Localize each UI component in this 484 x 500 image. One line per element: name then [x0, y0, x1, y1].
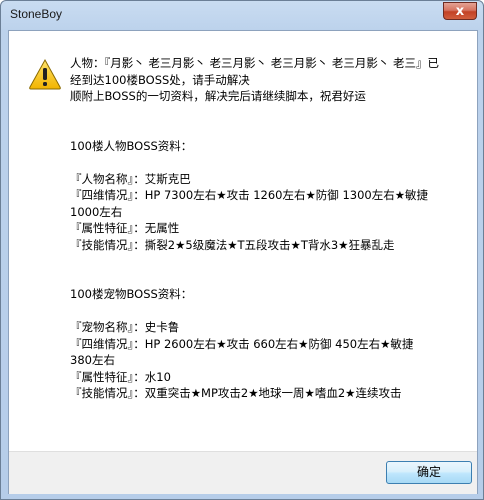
message-line — [70, 121, 470, 138]
window-title: StoneBoy — [10, 7, 63, 21]
message-line: 『四维情况』：HP 7300左右★攻击 1260左右★防御 1300左右★敏捷 — [70, 188, 429, 202]
message-line: 『四维情况』：HP 2600左右★攻击 660左右★防御 450左右★敏捷 — [70, 336, 414, 351]
message-line: 100楼宠物BOSS资料： — [70, 287, 193, 301]
close-button[interactable]: x — [443, 2, 477, 20]
dialog-message: 人物：『月影丶 老三月影丶 老三月影丶 老三月影丶 老三月影丶 老三』已 经到达1… — [70, 55, 470, 402]
title-bar[interactable]: StoneBoy x — [1, 1, 483, 29]
message-line: 『宠物名称』：史卡鲁 — [70, 320, 180, 334]
message-line: 380左右 — [70, 353, 115, 367]
ok-button[interactable]: 确定 — [386, 461, 472, 484]
message-line — [70, 303, 470, 320]
message-box-window: StoneBoy x 人物：『月影丶 老三月影丶 老三月影丶 老三月影丶 老三月… — [0, 0, 484, 500]
message-line: 经到达100楼BOSS处，请手动解决 — [70, 72, 250, 87]
message-line — [70, 154, 470, 171]
message-line: 1000左右 — [70, 204, 123, 219]
message-line: 『人物名称』：艾斯克巴 — [70, 171, 191, 186]
message-line: 『属性特征』：水10 — [70, 369, 171, 384]
message-line: 顺附上BOSS的一切资料，解决完后请继续脚本，祝君好运 — [70, 89, 366, 103]
message-line — [70, 270, 470, 287]
message-line: 100楼人物BOSS资料： — [70, 138, 193, 153]
message-line — [70, 253, 470, 270]
message-line: 人物：『月影丶 老三月影丶 老三月影丶 老三月影丶 老三月影丶 老三』已 — [70, 56, 440, 70]
message-line — [70, 105, 470, 122]
dialog-body: 人物：『月影丶 老三月影丶 老三月影丶 老三月影丶 老三月影丶 老三』已 经到达1… — [8, 30, 478, 494]
message-line: 『技能情况』：双重突击★MP攻击2★地球一周★嗜血2★连续攻击 — [70, 386, 402, 400]
message-line: 『属性特征』：无属性 — [70, 221, 180, 235]
dialog-footer: 确定 — [9, 451, 477, 494]
warning-icon — [29, 58, 61, 90]
message-line: 『技能情况』：撕裂2★5级魔法★T五段攻击★T背水3★狂暴乱走 — [70, 237, 395, 252]
